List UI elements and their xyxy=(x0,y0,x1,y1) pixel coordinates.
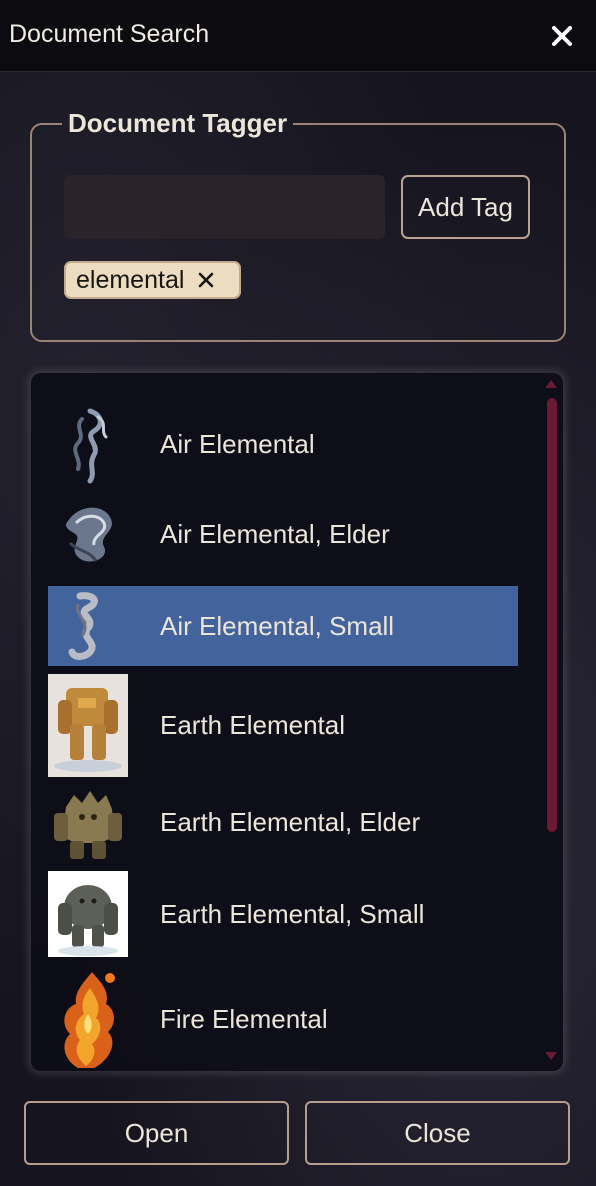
earth-elemental-elder-token xyxy=(54,791,122,859)
list-item-label: Air Elemental, Elder xyxy=(160,518,390,549)
scrollbar-thumb[interactable] xyxy=(547,398,557,832)
list-item[interactable]: Air Elemental xyxy=(48,397,518,491)
results-list[interactable]: Air Elemental Air Elemental, Elder Air E… xyxy=(31,373,563,1071)
tag-chip: elemental xyxy=(64,261,241,299)
earth-elemental-portrait xyxy=(48,674,128,777)
tagger-legend: Document Tagger xyxy=(68,108,288,138)
air-elemental-small-token xyxy=(68,592,98,660)
window-title: Document Search xyxy=(9,20,210,48)
scroll-up-arrow-icon[interactable] xyxy=(545,378,557,388)
open-button[interactable]: Open xyxy=(24,1101,289,1165)
close-button[interactable]: Close xyxy=(305,1101,570,1165)
list-item-label: Earth Elemental, Elder xyxy=(160,806,421,837)
list-item[interactable]: Earth Elemental, Elder xyxy=(48,779,518,865)
air-elemental-elder-token xyxy=(66,507,112,562)
list-item-label: Air Elemental xyxy=(160,428,315,459)
earth-elemental-small-portrait xyxy=(48,871,128,957)
list-item[interactable]: Air Elemental, Small xyxy=(48,586,518,666)
list-item-label: Air Elemental, Small xyxy=(160,610,395,641)
air-elemental-token xyxy=(73,408,108,484)
tag-input[interactable] xyxy=(64,175,385,239)
add-tag-button[interactable]: Add Tag xyxy=(401,175,530,239)
fire-elemental-token xyxy=(64,972,115,1068)
list-item-label: Earth Elemental xyxy=(160,710,345,740)
list-item[interactable]: Earth Elemental, Small xyxy=(48,871,518,957)
list-item-label: Earth Elemental, Small xyxy=(160,898,425,929)
tag-chip-label: elemental xyxy=(76,265,185,294)
title-bar: Document Search xyxy=(0,0,596,72)
scroll-down-arrow-icon[interactable] xyxy=(545,1052,557,1062)
close-icon[interactable] xyxy=(196,270,216,290)
list-item[interactable]: Earth Elemental xyxy=(48,674,518,777)
list-item-label: Fire Elemental xyxy=(160,1004,328,1034)
list-item[interactable]: Air Elemental, Elder xyxy=(48,491,518,577)
list-item[interactable]: Fire Elemental xyxy=(48,968,518,1071)
close-icon[interactable] xyxy=(548,22,576,50)
